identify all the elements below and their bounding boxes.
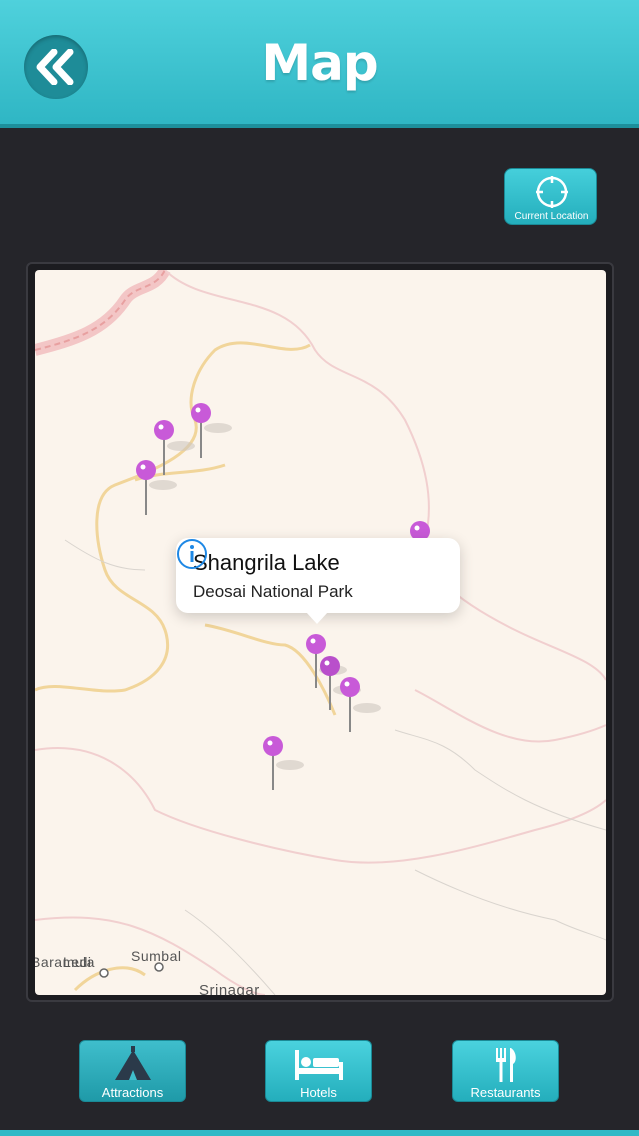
fork-knife-icon <box>495 1048 516 1082</box>
tab-hotels[interactable]: Hotels <box>265 1040 372 1102</box>
map-view[interactable]: Shangrila Lake Deosai National Park Bara… <box>35 270 606 995</box>
crosshair-icon <box>536 176 568 208</box>
callout-subtitle: Deosai National Park <box>193 582 353 601</box>
pin-callout[interactable]: Shangrila Lake Deosai National Park <box>176 538 460 624</box>
map-pin[interactable] <box>340 677 381 732</box>
bottom-accent-line <box>0 1130 639 1136</box>
place-label: Ledi <box>63 954 92 970</box>
bed-icon <box>294 1050 343 1080</box>
place-label: Sumbal <box>131 948 182 964</box>
map-pin[interactable] <box>263 736 304 790</box>
current-location-button[interactable]: Current Location <box>504 168 597 225</box>
callout-title: Shangrila Lake <box>193 550 340 575</box>
page-title: Map <box>261 34 378 92</box>
place-label: Srinagar <box>199 982 260 995</box>
map-terrain <box>35 270 606 995</box>
tab-label: Attractions <box>101 1085 164 1100</box>
tent-icon <box>114 1046 151 1080</box>
header-bar: Map <box>0 0 639 128</box>
current-location-label: Current Location <box>514 211 589 222</box>
tab-restaurants[interactable]: Restaurants <box>452 1040 559 1102</box>
tab-attractions[interactable]: Attractions <box>79 1040 186 1102</box>
info-icon[interactable] <box>176 538 208 570</box>
tab-label: Restaurants <box>470 1085 541 1100</box>
tab-label: Hotels <box>300 1085 337 1100</box>
